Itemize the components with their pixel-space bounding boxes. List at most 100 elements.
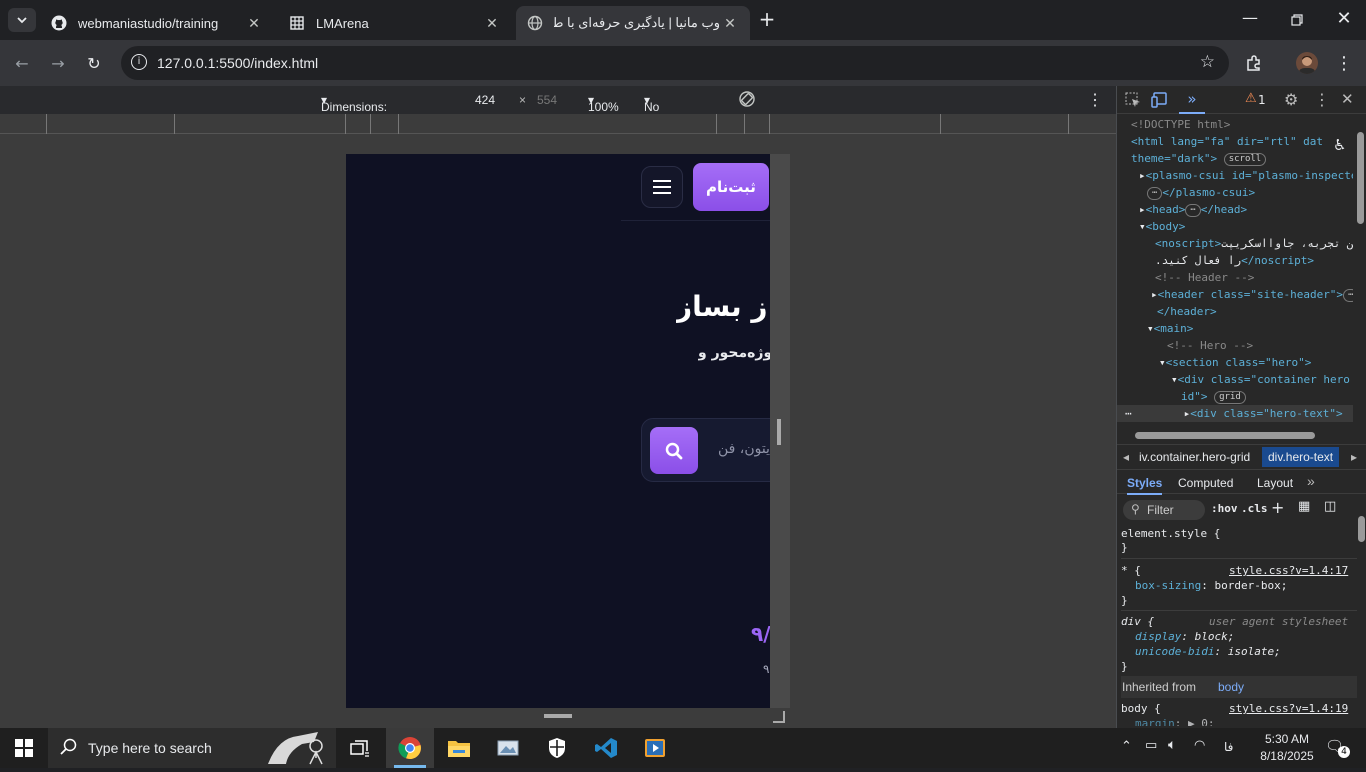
tab-search-button[interactable] bbox=[8, 8, 36, 32]
tray-overflow-icon[interactable]: ⌃ bbox=[1121, 739, 1132, 754]
tab-lmarena[interactable]: LMArena ✕ bbox=[278, 6, 512, 40]
dom-node[interactable]: ▾<main> bbox=[1117, 320, 1353, 337]
ellipsis-badge[interactable]: ⋯ bbox=[1185, 203, 1201, 217]
collapse-arrow-icon[interactable]: ▾ bbox=[1159, 356, 1166, 369]
dom-node[interactable]: ⋯ </plasmo-csui> bbox=[1117, 184, 1353, 201]
cls-button[interactable]: .cls bbox=[1241, 502, 1268, 515]
dom-node[interactable]: </header> bbox=[1117, 303, 1353, 320]
breadcrumb-item[interactable]: iv.container.hero-grid bbox=[1139, 450, 1250, 464]
search-input[interactable]: یتون، فن bbox=[718, 441, 770, 457]
throttling-select[interactable]: No throttling ▾ bbox=[644, 93, 690, 128]
collapse-arrow-icon[interactable]: ▾ bbox=[1139, 220, 1146, 233]
taskbar-search[interactable]: Type here to search bbox=[48, 728, 336, 768]
rotate-button[interactable] bbox=[738, 90, 756, 111]
volume-icon[interactable]: 🔈︎ bbox=[1168, 737, 1176, 753]
resize-handle-bottom[interactable] bbox=[544, 714, 572, 718]
height-input[interactable]: 554 bbox=[537, 93, 557, 107]
search-button[interactable] bbox=[650, 427, 698, 474]
expand-arrow-icon[interactable]: ▸ bbox=[1139, 203, 1146, 216]
taskbar-app-photos[interactable] bbox=[484, 728, 532, 768]
dom-node[interactable]: <html lang="fa" dir="rtl" dat bbox=[1117, 133, 1353, 150]
rule-div[interactable]: div {user agent stylesheet bbox=[1121, 614, 1357, 629]
expand-arrow-icon[interactable]: ▸ bbox=[1151, 288, 1158, 301]
taskbar-security[interactable] bbox=[533, 728, 581, 768]
breadcrumb-prev-icon[interactable]: ◂ bbox=[1123, 450, 1129, 464]
collapse-arrow-icon[interactable]: ▾ bbox=[1147, 322, 1154, 335]
warning-icon[interactable]: ⚠ bbox=[1245, 91, 1257, 106]
restore-button[interactable] bbox=[1283, 8, 1311, 32]
breadcrumb-item-active[interactable]: div.hero-text bbox=[1262, 447, 1340, 467]
taskbar-media-player[interactable] bbox=[631, 728, 679, 768]
device-toolbar-menu[interactable]: ⋮ bbox=[1087, 90, 1103, 110]
dom-node[interactable]: <noscript>ی بهترین تجربه، جاوااسکریپت bbox=[1117, 235, 1353, 252]
inspect-icon[interactable] bbox=[1125, 92, 1141, 112]
rule-source-link[interactable]: style.css?v=1.4:17 bbox=[1229, 563, 1348, 578]
device-mode-icon[interactable] bbox=[1151, 92, 1169, 112]
css-declaration[interactable]: display: block; bbox=[1121, 629, 1357, 644]
dom-node[interactable]: .را فعال کنید</noscript> bbox=[1117, 252, 1353, 269]
clock[interactable]: 5:30 AM 8/18/2025 bbox=[1252, 731, 1322, 765]
resize-handle-right[interactable] bbox=[777, 419, 781, 445]
accessibility-icon[interactable]: ♿ bbox=[1333, 136, 1346, 154]
inherited-element-link[interactable]: body bbox=[1218, 680, 1244, 694]
tab-computed[interactable]: Computed bbox=[1178, 476, 1233, 490]
profile-avatar[interactable] bbox=[1296, 52, 1318, 74]
minimize-button[interactable]: — bbox=[1236, 8, 1264, 32]
ellipsis-badge[interactable]: ⋯ bbox=[1147, 186, 1163, 200]
css-declaration[interactable]: margin: ▶ 0; bbox=[1121, 716, 1357, 726]
kebab-menu-icon[interactable]: ⋮ bbox=[1314, 90, 1330, 109]
styles-scrollbar[interactable] bbox=[1357, 516, 1365, 726]
add-rule-icon[interactable]: + bbox=[1271, 498, 1284, 517]
battery-icon[interactable]: ▭ bbox=[1145, 738, 1157, 753]
sidebar-toggle-icon[interactable]: ◫ bbox=[1324, 499, 1336, 514]
new-tab-button[interactable]: + bbox=[756, 7, 778, 31]
tab-webmania[interactable]: وب مانیا | یادگیری حرفه‌ای با طعم ✕ bbox=[516, 6, 750, 40]
more-tabs-icon[interactable]: » bbox=[1179, 90, 1205, 114]
dom-comment[interactable]: <!-- Hero --> bbox=[1117, 337, 1353, 354]
tab-styles[interactable]: Styles bbox=[1127, 476, 1163, 495]
language-indicator[interactable]: فا bbox=[1224, 740, 1233, 754]
dimensions-select[interactable]: Dimensions: Responsive ▾ bbox=[321, 93, 387, 128]
hov-button[interactable]: :hov bbox=[1211, 502, 1238, 515]
collapse-arrow-icon[interactable]: ▾ bbox=[1171, 373, 1178, 386]
breadcrumb-next-icon[interactable]: ▸ bbox=[1351, 450, 1357, 464]
dom-node-selected[interactable]: ⋯ ▸<div class="hero-text"> bbox=[1117, 405, 1353, 422]
rule-universal[interactable]: * {style.css?v=1.4:17 bbox=[1121, 563, 1357, 578]
grid-badge[interactable]: grid bbox=[1214, 390, 1246, 404]
dom-node[interactable]: ▸<head> ⋯ </head> bbox=[1117, 201, 1353, 218]
dom-node[interactable]: ▾<section class="hero"> bbox=[1117, 354, 1353, 371]
menu-toggle-button[interactable] bbox=[641, 166, 683, 208]
horizontal-scrollbar[interactable] bbox=[1117, 428, 1366, 442]
close-icon[interactable]: ✕ bbox=[482, 15, 502, 32]
styles-filter-input[interactable]: ⚲ Filter bbox=[1123, 500, 1205, 520]
start-button[interactable] bbox=[0, 728, 48, 768]
tab-layout[interactable]: Layout bbox=[1257, 476, 1293, 490]
dom-node[interactable]: ▾<div class="container hero bbox=[1117, 371, 1353, 388]
star-icon[interactable]: ☆ bbox=[1200, 52, 1215, 72]
browser-menu-button[interactable]: ⋮ bbox=[1333, 52, 1355, 74]
resize-handle-corner[interactable] bbox=[773, 711, 785, 723]
paint-icon[interactable]: ▦ bbox=[1298, 499, 1310, 514]
dom-node[interactable]: theme="dark"> scroll bbox=[1117, 150, 1353, 167]
signup-button[interactable]: ثبت‌نام bbox=[693, 163, 769, 211]
close-icon[interactable]: ✕ bbox=[1341, 90, 1354, 108]
width-input[interactable]: 424 bbox=[475, 93, 495, 107]
elements-scrollbar[interactable] bbox=[1355, 118, 1365, 428]
taskbar-file-explorer[interactable] bbox=[435, 728, 483, 768]
rule-body[interactable]: body {style.css?v=1.4:19 bbox=[1121, 701, 1357, 716]
close-icon[interactable]: ✕ bbox=[244, 15, 264, 32]
dom-node[interactable]: ▸<header class="site-header"> ⋯ bbox=[1117, 286, 1353, 303]
rule-source-link[interactable]: style.css?v=1.4:19 bbox=[1229, 701, 1348, 716]
back-button[interactable]: ← bbox=[11, 52, 33, 74]
forward-button[interactable]: → bbox=[47, 52, 69, 74]
ellipsis-icon[interactable]: ⋯ bbox=[1125, 407, 1132, 420]
dom-node[interactable]: <!DOCTYPE html> bbox=[1117, 116, 1353, 133]
scroll-badge[interactable]: scroll bbox=[1223, 152, 1267, 166]
dom-node[interactable]: ▸<plasmo-csui id="plasmo-inspecte bbox=[1117, 167, 1353, 184]
gear-icon[interactable]: ⚙ bbox=[1284, 90, 1298, 109]
dom-node[interactable]: id"> grid bbox=[1117, 388, 1353, 405]
address-bar[interactable]: i 127.0.0.1:5500/index.html ☆ bbox=[121, 46, 1229, 80]
dom-node[interactable]: ▾<body> bbox=[1117, 218, 1353, 235]
css-declaration[interactable]: unicode-bidi: isolate; bbox=[1121, 644, 1357, 659]
extensions-button[interactable] bbox=[1243, 52, 1265, 74]
